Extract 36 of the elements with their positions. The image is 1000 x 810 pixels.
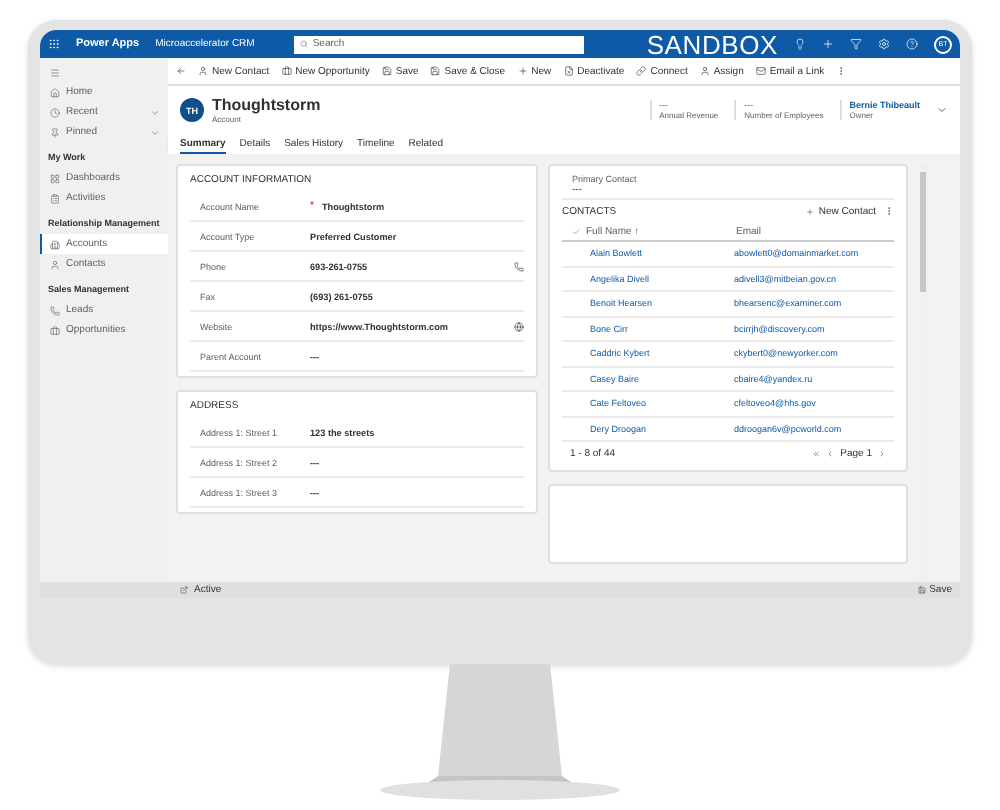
item-icon bbox=[50, 173, 60, 183]
menu-icon bbox=[50, 67, 60, 77]
command-icon bbox=[563, 66, 574, 76]
lightbulb-icon bbox=[794, 38, 806, 50]
check-icon bbox=[572, 227, 580, 235]
record-name: Thoughtstorm bbox=[212, 96, 323, 114]
item-icon bbox=[50, 127, 60, 137]
first-page-icon bbox=[812, 450, 821, 458]
back-icon bbox=[176, 66, 186, 76]
globe-icon bbox=[514, 321, 524, 331]
command-icon bbox=[381, 66, 392, 76]
item-icon bbox=[50, 259, 60, 269]
command-icon bbox=[517, 66, 528, 76]
phone-icon bbox=[514, 261, 524, 271]
add-icon bbox=[822, 38, 834, 50]
item-icon bbox=[50, 325, 60, 335]
item-icon bbox=[50, 107, 60, 117]
item-icon bbox=[50, 193, 60, 203]
open-icon bbox=[180, 586, 188, 594]
help-icon bbox=[906, 38, 918, 50]
item-icon bbox=[50, 87, 60, 97]
search-icon bbox=[300, 40, 309, 48]
save-icon bbox=[917, 586, 926, 594]
filter-icon bbox=[850, 38, 862, 50]
command-icon bbox=[699, 66, 710, 76]
settings-icon bbox=[878, 38, 890, 50]
command-icon bbox=[281, 66, 292, 76]
environment-label: SANDBOX bbox=[646, 30, 778, 59]
chevron-icon bbox=[936, 104, 948, 116]
command-icon bbox=[636, 66, 647, 76]
command-icon bbox=[198, 66, 208, 76]
item-icon bbox=[50, 239, 60, 249]
command-icon bbox=[430, 66, 441, 76]
command-icon bbox=[755, 66, 766, 76]
item-icon bbox=[50, 305, 60, 315]
add-icon bbox=[806, 207, 815, 215]
